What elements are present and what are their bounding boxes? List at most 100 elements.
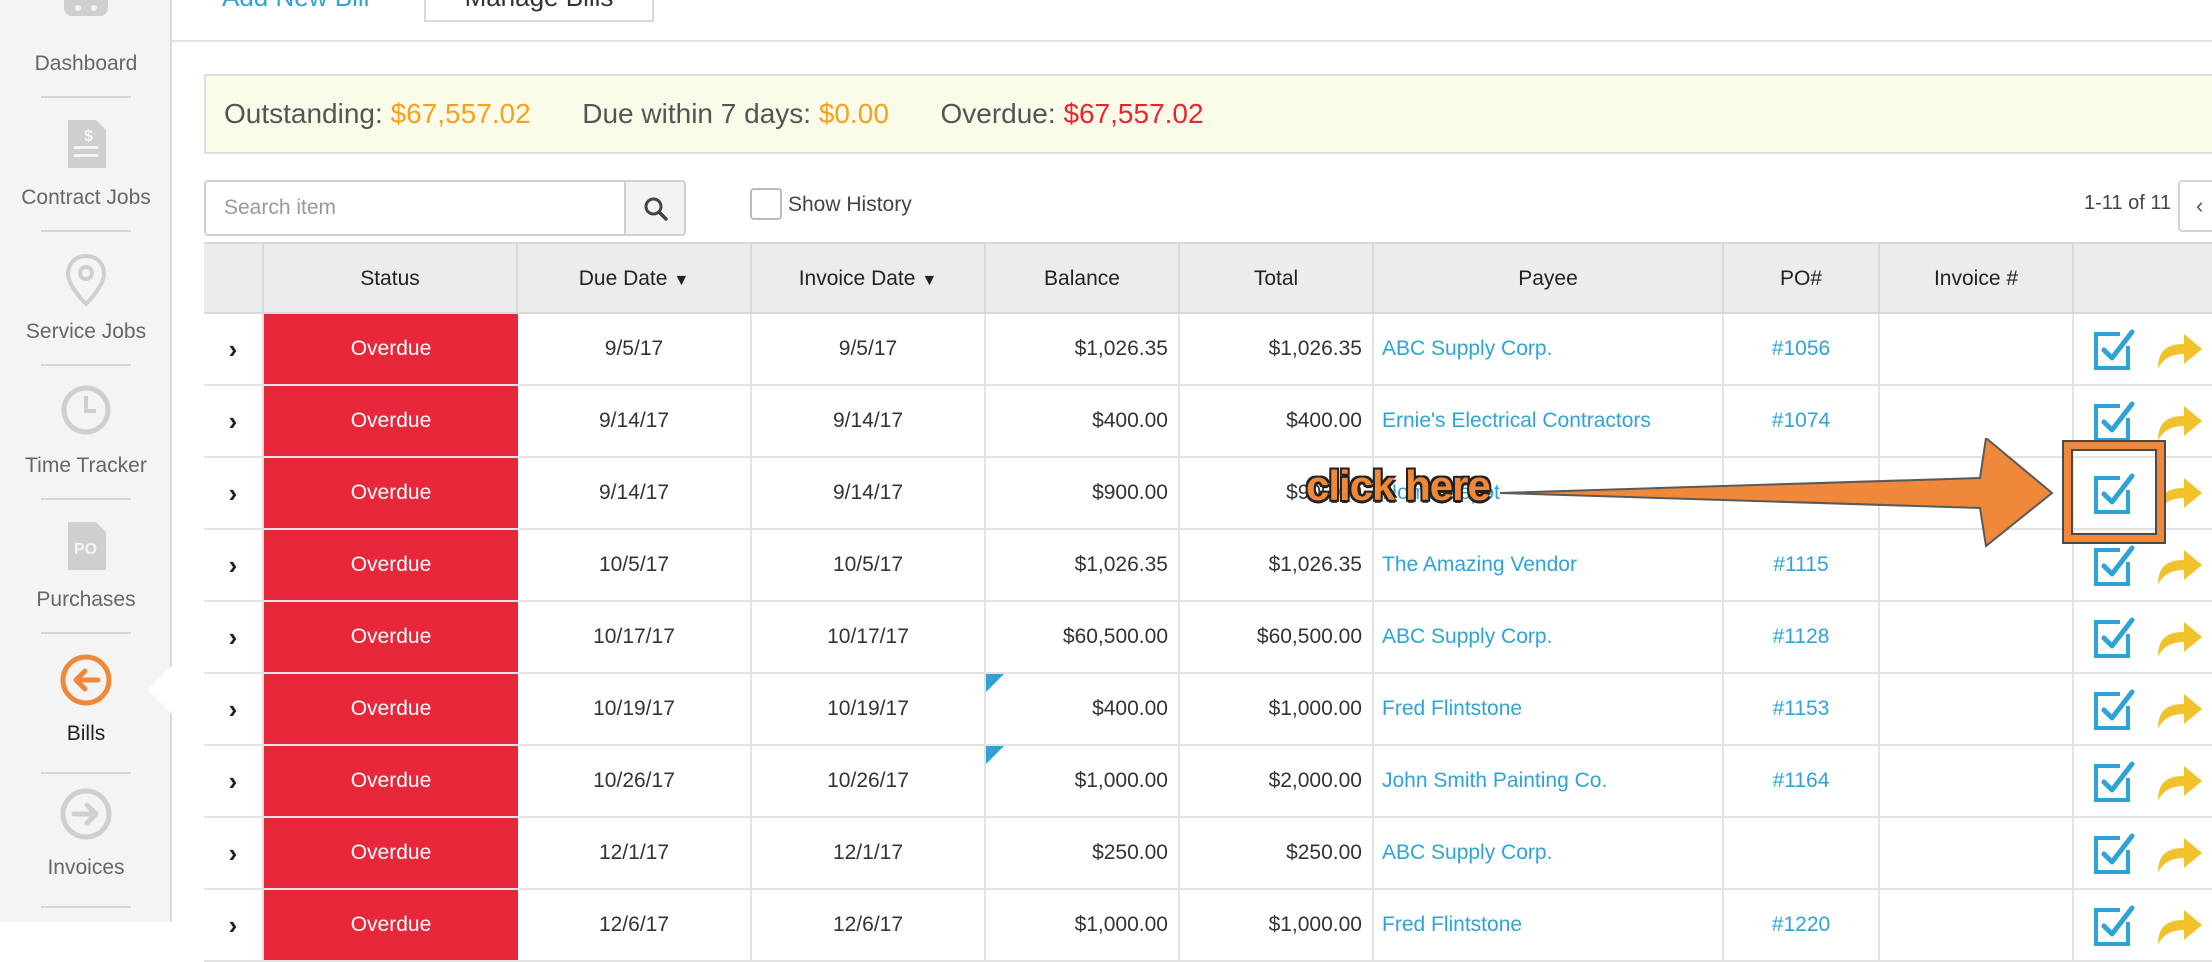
expand-row-chevron-icon[interactable]: › <box>204 890 264 960</box>
payee-link[interactable]: John Smith Painting Co. <box>1374 746 1724 816</box>
expand-row-chevron-icon[interactable]: › <box>204 458 264 528</box>
sidebar-item-dashboard[interactable]: Dashboard <box>0 0 172 84</box>
table-row[interactable]: › Overdue 10/26/17 10/26/17 $1,000.00 $2,000.… <box>204 746 2212 818</box>
expand-row-chevron-icon[interactable]: › <box>204 314 264 384</box>
invoice-date-cell: 10/17/17 <box>752 602 986 672</box>
mark-paid-checkbox-icon[interactable] <box>2090 686 2138 734</box>
expand-row-chevron-icon[interactable]: › <box>204 746 264 816</box>
outstanding-label: Outstanding: <box>224 98 383 129</box>
row-actions <box>2074 602 2212 672</box>
mark-paid-checkbox-icon[interactable] <box>2090 398 2138 446</box>
forward-arrow-icon[interactable] <box>2154 762 2204 802</box>
payee-link[interactable]: Fred Flintstone <box>1374 674 1724 744</box>
due-date-cell: 12/6/17 <box>518 890 752 960</box>
expand-row-chevron-icon[interactable]: › <box>204 674 264 744</box>
divider <box>41 906 131 908</box>
mark-paid-checkbox-icon[interactable] <box>2090 542 2138 590</box>
mark-paid-checkbox-icon[interactable] <box>2090 614 2138 662</box>
forward-arrow-icon[interactable] <box>2154 834 2204 874</box>
header-invoice-date[interactable]: Invoice Date ▼ <box>752 244 986 314</box>
balance-cell: $1,026.35 <box>986 530 1180 600</box>
po-link[interactable]: #1153 <box>1724 674 1880 744</box>
arrow-right-circle-icon <box>60 788 112 840</box>
balance-cell: $60,500.00 <box>986 602 1180 672</box>
total-cell: $250.00 <box>1180 818 1374 888</box>
search-input[interactable]: Search item <box>204 180 626 236</box>
mark-paid-checkbox-icon[interactable] <box>2090 326 2138 374</box>
sidebar-item-purchases[interactable]: PO Purchases <box>0 512 172 622</box>
due-date-cell: 9/14/17 <box>518 458 752 528</box>
outstanding-value: $67,557.02 <box>390 98 531 129</box>
invoice-date-cell: 12/6/17 <box>752 890 986 960</box>
invoice-date-cell: 9/14/17 <box>752 386 986 456</box>
sidebar-item-service-jobs[interactable]: Service Jobs <box>0 244 172 354</box>
tab-add-new-bill[interactable]: Add New Bill <box>222 0 369 13</box>
invoice-number-cell <box>1880 818 2074 888</box>
header-due-date[interactable]: Due Date ▼ <box>518 244 752 314</box>
mark-paid-checkbox-icon[interactable] <box>2090 902 2138 950</box>
sidebar-item-bills[interactable]: Bills <box>0 646 172 756</box>
search-button[interactable] <box>624 180 686 236</box>
table-row[interactable]: › Overdue 10/17/17 10/17/17 $60,500.00 $60,50… <box>204 602 2212 674</box>
expand-column-header <box>204 244 264 314</box>
row-actions <box>2074 746 2212 816</box>
sidebar-item-invoices[interactable]: Invoices <box>0 786 172 896</box>
sidebar-item-time-tracker[interactable]: Time Tracker <box>0 378 172 488</box>
po-link[interactable]: #1128 <box>1724 602 1880 672</box>
invoice-date-cell: 12/1/17 <box>752 818 986 888</box>
table-row[interactable]: › Overdue 12/1/17 12/1/17 $250.00 $250.00 ABC … <box>204 818 2212 890</box>
expand-row-chevron-icon[interactable]: › <box>204 818 264 888</box>
divider <box>41 772 131 774</box>
mark-paid-checkbox-icon[interactable] <box>2090 758 2138 806</box>
forward-arrow-icon[interactable] <box>2154 906 2204 946</box>
due-within-7-value: $0.00 <box>818 98 889 129</box>
table-row[interactable]: › Overdue 9/5/17 9/5/17 $1,026.35 $1,026.35 AB… <box>204 314 2212 386</box>
summary-banner: Outstanding: $67,557.02 Due within 7 day… <box>204 74 2212 154</box>
show-history-label[interactable]: Show History <box>788 193 912 217</box>
header-actions <box>2074 244 2212 314</box>
po-link[interactable]: #1164 <box>1724 746 1880 816</box>
table-row[interactable]: › Overdue 10/19/17 10/19/17 $400.00 $1,000.00… <box>204 674 2212 746</box>
row-actions <box>2074 674 2212 744</box>
overdue-value: $67,557.02 <box>1063 98 1204 129</box>
sidebar-item-contract-jobs[interactable]: $ Contract Jobs <box>0 110 172 220</box>
invoice-date-cell: 10/26/17 <box>752 746 986 816</box>
expand-row-chevron-icon[interactable]: › <box>204 386 264 456</box>
forward-arrow-icon[interactable] <box>2154 402 2204 442</box>
sidebar-item-label: Bills <box>66 722 106 745</box>
pagination-prev-button[interactable]: ‹ <box>2178 180 2212 232</box>
status-badge: Overdue <box>264 386 518 456</box>
mark-paid-checkbox-icon[interactable] <box>2090 830 2138 878</box>
balance-cell: $1,026.35 <box>986 314 1180 384</box>
total-cell: $1,000.00 <box>1180 674 1374 744</box>
po-link[interactable]: #1056 <box>1724 314 1880 384</box>
table-row[interactable]: › Overdue 12/6/17 12/6/17 $1,000.00 $1,000.00… <box>204 890 2212 962</box>
payee-link[interactable]: ABC Supply Corp. <box>1374 602 1724 672</box>
expand-row-chevron-icon[interactable]: › <box>204 602 264 672</box>
chevron-down-icon: ▼ <box>921 272 938 289</box>
balance-cell: $400.00 <box>986 674 1180 744</box>
payee-link[interactable]: ABC Supply Corp. <box>1374 818 1724 888</box>
payee-link[interactable]: ABC Supply Corp. <box>1374 314 1724 384</box>
status-badge: Overdue <box>264 674 518 744</box>
po-link[interactable] <box>1724 818 1880 888</box>
show-history-checkbox[interactable] <box>750 188 782 220</box>
forward-arrow-icon[interactable] <box>2154 690 2204 730</box>
search-icon <box>644 197 668 221</box>
forward-arrow-icon[interactable] <box>2154 618 2204 658</box>
invoice-date-cell: 10/5/17 <box>752 530 986 600</box>
forward-arrow-icon[interactable] <box>2154 330 2204 370</box>
po-link[interactable]: #1220 <box>1724 890 1880 960</box>
tab-manage-bills[interactable]: Manage Bills <box>424 0 654 22</box>
divider <box>41 632 131 634</box>
forward-arrow-icon[interactable] <box>2154 546 2204 586</box>
arrow-left-circle-icon <box>60 654 112 706</box>
sidebar-item-label: Contract Jobs <box>21 186 151 209</box>
balance-cell: $1,000.00 <box>986 746 1180 816</box>
due-date-cell: 9/14/17 <box>518 386 752 456</box>
payee-link[interactable]: Fred Flintstone <box>1374 890 1724 960</box>
svg-text:PO: PO <box>74 541 97 558</box>
table-header: Status Due Date ▼ Invoice Date ▼ Balance T… <box>204 242 2212 314</box>
expand-row-chevron-icon[interactable]: › <box>204 530 264 600</box>
sidebar-item-label: Service Jobs <box>25 320 147 343</box>
